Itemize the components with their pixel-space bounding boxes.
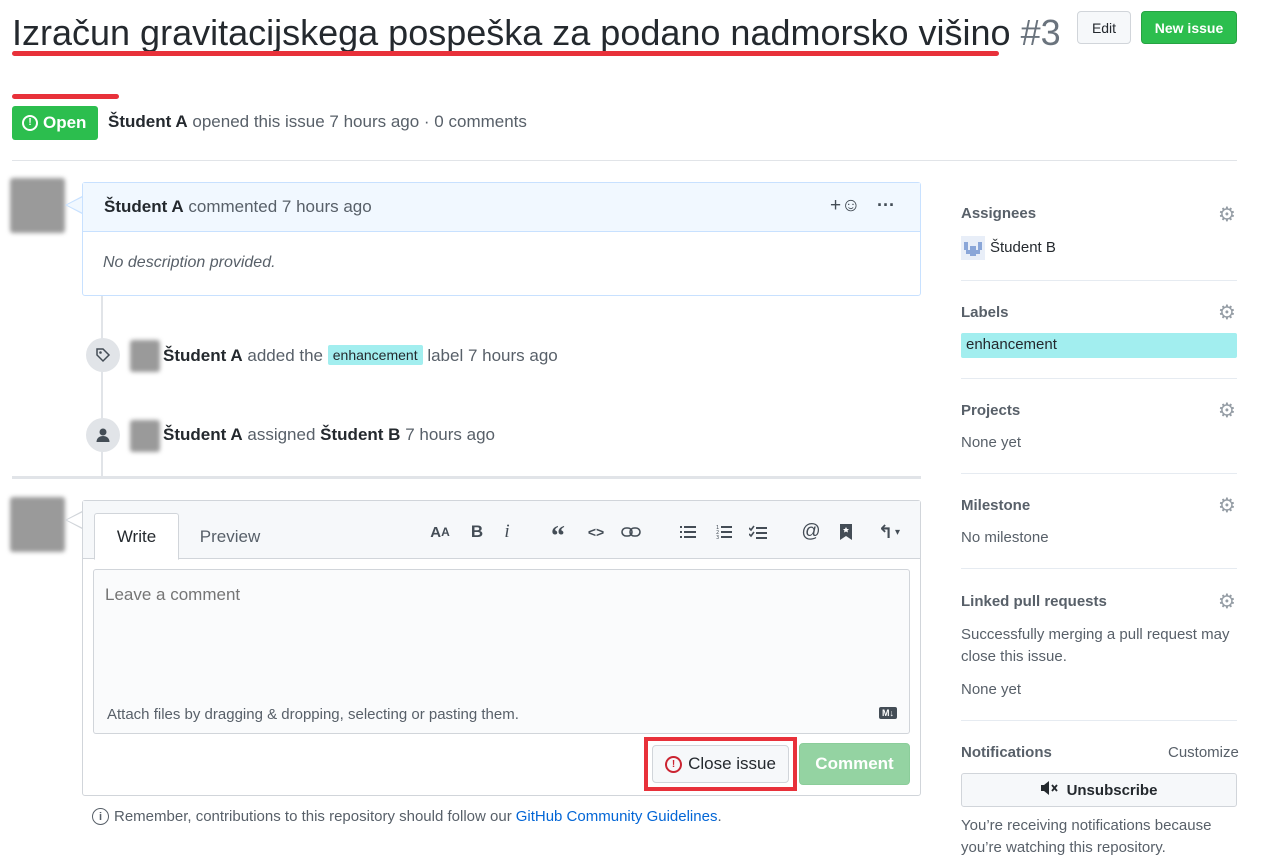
- issue-closed-icon: !: [665, 755, 683, 773]
- event-target[interactable]: Študent B: [320, 425, 400, 444]
- title-highlight-underline-1: [12, 51, 999, 56]
- attach-files-text: Attach files by dragging & dropping, sel…: [107, 706, 519, 723]
- event-text: added the: [247, 346, 324, 365]
- event-time[interactable]: label 7 hours ago: [427, 346, 557, 365]
- add-reaction-icon[interactable]: +☺: [830, 195, 861, 217]
- more-options-icon[interactable]: ···: [877, 195, 895, 216]
- community-guidelines-link[interactable]: GitHub Community Guidelines: [516, 808, 718, 825]
- labels-gear-icon[interactable]: ⚙: [1218, 300, 1236, 325]
- mention-icon[interactable]: @: [798, 519, 824, 545]
- close-issue-highlight: ! Close issue: [644, 737, 797, 791]
- event-author[interactable]: Študent A: [163, 425, 243, 444]
- sidebar-divider: [961, 378, 1237, 379]
- editor-tabs: Write Preview AA B i “ <> 123 @ ↰ ▾: [83, 501, 920, 560]
- attach-files-bar[interactable]: Attach files by dragging & dropping, sel…: [93, 694, 910, 734]
- avatar[interactable]: [130, 420, 160, 452]
- tab-write[interactable]: Write: [94, 513, 179, 560]
- guidelines-reminder: i Remember, contributions to this reposi…: [92, 808, 722, 825]
- info-icon: i: [92, 808, 109, 825]
- sidebar-divider: [961, 473, 1237, 474]
- comment-author-line: Študent A commented 7 hours ago: [104, 197, 372, 217]
- issue-meta: Študent A opened this issue 7 hours ago …: [108, 112, 527, 132]
- projects-title: Projects: [961, 402, 1021, 419]
- projects-value: None yet: [961, 434, 1022, 451]
- comment-pointer-fill: [67, 197, 83, 213]
- timeline-divider: [12, 476, 921, 479]
- timeline-event-assign: Študent A assigned Študent B 7 hours ago: [163, 425, 495, 445]
- linked-pr-gear-icon[interactable]: ⚙: [1218, 589, 1236, 614]
- mute-icon: [1040, 781, 1059, 799]
- title-highlight-underline-2: [12, 94, 119, 99]
- comment-action[interactable]: commented 7 hours ago: [188, 197, 371, 216]
- assignee-avatar[interactable]: [961, 236, 985, 260]
- reminder-text: Remember, contributions to this reposito…: [114, 808, 512, 825]
- assignees-gear-icon[interactable]: ⚙: [1218, 202, 1236, 227]
- bullet-list-icon[interactable]: [675, 519, 701, 545]
- new-issue-button[interactable]: New issue: [1141, 11, 1237, 44]
- milestone-gear-icon[interactable]: ⚙: [1218, 493, 1236, 518]
- comment-header: Študent A commented 7 hours ago +☺ ···: [83, 183, 920, 232]
- saved-reply-icon[interactable]: [833, 519, 859, 545]
- notifications-title: Notifications: [961, 744, 1052, 761]
- labels-title: Labels: [961, 304, 1009, 321]
- task-list-icon[interactable]: [745, 519, 771, 545]
- bold-icon[interactable]: B: [464, 519, 490, 545]
- milestone-value: No milestone: [961, 529, 1049, 546]
- reminder-end: .: [717, 808, 722, 825]
- milestone-title: Milestone: [961, 497, 1031, 514]
- italic-icon[interactable]: i: [494, 519, 520, 545]
- assignees-title: Assignees: [961, 205, 1037, 222]
- edit-button[interactable]: Edit: [1077, 11, 1131, 44]
- issue-title-text: Izračun gravitacijskega pospeška za poda…: [12, 12, 1011, 53]
- linked-pr-title: Linked pull requests: [961, 593, 1107, 610]
- avatar[interactable]: [10, 178, 65, 233]
- close-issue-label: Close issue: [688, 754, 776, 773]
- comment-box: Študent A commented 7 hours ago +☺ ··· N…: [82, 182, 921, 296]
- svg-text:3: 3: [716, 535, 719, 539]
- quote-icon[interactable]: “: [545, 519, 571, 552]
- linked-pr-desc: Successfully merging a pull request may …: [961, 626, 1230, 665]
- projects-gear-icon[interactable]: ⚙: [1218, 398, 1236, 423]
- comment-body: No description provided.: [103, 254, 276, 271]
- timeline-event-label: Študent A added the enhancement label 7 …: [163, 345, 558, 366]
- linked-pr-value: None yet: [961, 681, 1022, 698]
- person-icon: [86, 418, 120, 452]
- tag-icon: [86, 338, 120, 372]
- sidebar-divider: [961, 720, 1237, 721]
- event-author[interactable]: Študent A: [163, 346, 243, 365]
- markdown-icon[interactable]: M↓: [879, 707, 897, 719]
- avatar[interactable]: [130, 340, 160, 372]
- comment-button[interactable]: Comment: [799, 743, 910, 785]
- notification-reason: You’re receiving notifications because y…: [961, 817, 1212, 856]
- code-icon[interactable]: <>: [583, 519, 609, 545]
- comment-author[interactable]: Študent A: [104, 197, 184, 216]
- unsubscribe-button[interactable]: Unsubscribe: [961, 773, 1237, 807]
- editor-pointer-fill: [67, 512, 83, 528]
- link-icon[interactable]: [618, 519, 644, 545]
- sidebar-label-enhancement[interactable]: enhancement: [961, 333, 1237, 358]
- close-issue-button[interactable]: ! Close issue: [652, 745, 789, 783]
- reply-dropdown-icon[interactable]: ↰ ▾: [871, 519, 907, 545]
- assignee-name[interactable]: Študent B: [990, 239, 1056, 256]
- text-size-icon[interactable]: AA: [427, 519, 453, 545]
- label-enhancement[interactable]: enhancement: [327, 345, 423, 365]
- event-time[interactable]: 7 hours ago: [405, 425, 495, 444]
- tab-preview[interactable]: Preview: [185, 513, 275, 560]
- numbered-list-icon[interactable]: 123: [711, 519, 737, 545]
- status-label: Open: [43, 113, 87, 132]
- sidebar-divider: [961, 568, 1237, 569]
- event-text: assigned: [247, 425, 316, 444]
- customize-link[interactable]: Customize: [1168, 744, 1239, 761]
- issue-author[interactable]: Študent A: [108, 112, 188, 131]
- issue-opened-icon: !: [22, 115, 38, 131]
- sidebar-divider: [961, 280, 1237, 281]
- avatar[interactable]: [10, 497, 65, 552]
- issue-number: #3: [1020, 12, 1061, 53]
- header-divider: [12, 160, 1237, 161]
- status-badge: ! Open: [12, 106, 98, 140]
- unsubscribe-label: Unsubscribe: [1066, 781, 1158, 799]
- comment-textarea[interactable]: [93, 569, 910, 695]
- issue-meta-text: opened this issue 7 hours ago · 0 commen…: [192, 112, 527, 131]
